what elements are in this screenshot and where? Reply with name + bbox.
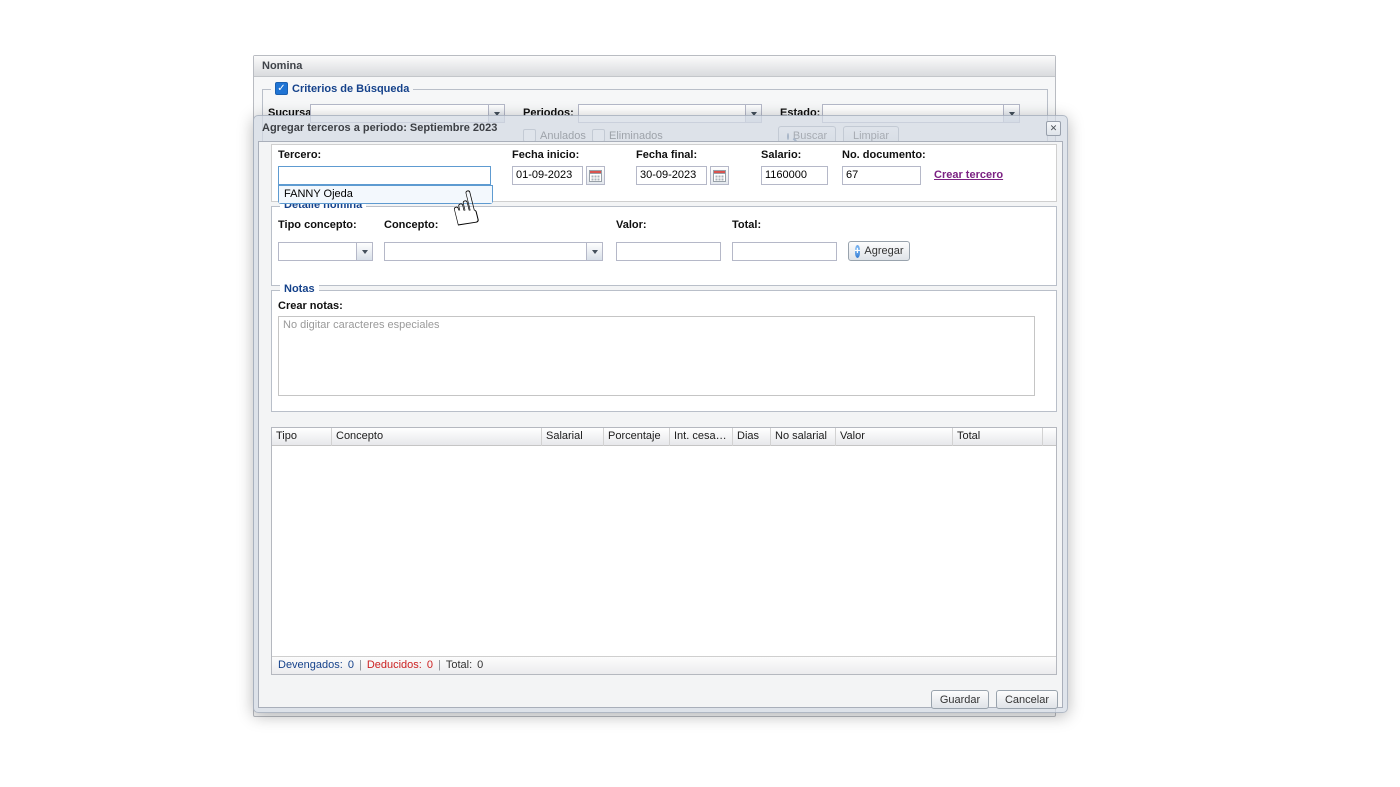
cancelar-button[interactable]: Cancelar: [996, 690, 1058, 709]
notas-fieldset: Notas Crear notas:: [271, 283, 1057, 412]
salario-label: Salario:: [761, 149, 802, 161]
devengados-value: 0: [347, 659, 354, 671]
tercero-form-panel: Tercero: FANNY Ojed FANNY Ojeda Fecha in…: [271, 144, 1057, 204]
total-status-label: Total:: [445, 659, 473, 671]
fecha-inicio-calendar-icon[interactable]: [586, 166, 605, 185]
status-separator: |: [358, 659, 362, 671]
criterios-legend: ✓ Criterios de Búsqueda: [271, 82, 414, 95]
column-concepto[interactable]: Concepto: [332, 428, 542, 446]
column-no-salarial[interactable]: No salarial: [771, 428, 836, 446]
conceptos-grid: Tipo Concepto Salarial Porcentaje Int. c…: [271, 427, 1057, 675]
deducidos-value: 0: [426, 659, 433, 671]
devengados-label: Devengados:: [278, 659, 343, 671]
criterios-legend-text: Criterios de Búsqueda: [292, 82, 410, 95]
grid-header: Tipo Concepto Salarial Porcentaje Int. c…: [272, 428, 1056, 446]
tipo-concepto-label: Tipo concepto:: [278, 219, 357, 231]
crear-notas-label: Crear notas:: [278, 300, 343, 312]
concepto-label: Concepto:: [384, 219, 439, 231]
fecha-inicio-input[interactable]: 01-09-2023: [512, 166, 583, 185]
notas-legend: Notas: [280, 283, 319, 295]
dialog-title: Agregar terceros a periodo: Septiembre 2…: [262, 122, 498, 134]
total-status-value: 0: [477, 659, 484, 671]
salario-input[interactable]: 1160000: [761, 166, 828, 185]
agregar-terceros-dialog: Agregar terceros a periodo: Septiembre 2…: [253, 115, 1068, 713]
tercero-label: Tercero:: [278, 149, 322, 161]
column-salarial[interactable]: Salarial: [542, 428, 604, 446]
grid-status-bar: Devengados: 0 | Deducidos: 0 | Total: 0: [272, 656, 1056, 674]
column-total[interactable]: Total: [953, 428, 1043, 446]
tipo-concepto-combo[interactable]: [278, 242, 373, 261]
status-separator: |: [437, 659, 441, 671]
fecha-final-calendar-icon[interactable]: [710, 166, 729, 185]
chevron-down-icon[interactable]: [356, 242, 373, 261]
column-valor[interactable]: Valor: [836, 428, 953, 446]
valor-label: Valor:: [616, 219, 647, 231]
column-tipo[interactable]: Tipo: [272, 428, 332, 446]
valor-input[interactable]: [616, 242, 721, 261]
deducidos-label: Deducidos:: [366, 659, 422, 671]
no-documento-label: No. documento:: [842, 149, 926, 161]
column-porcentaje[interactable]: Porcentaje: [604, 428, 670, 446]
concepto-combo[interactable]: [384, 242, 603, 261]
close-icon[interactable]: ✕: [1046, 121, 1061, 136]
total-input[interactable]: [732, 242, 837, 261]
grid-empty-body: [272, 446, 1056, 656]
dialog-titlebar[interactable]: Agregar terceros a periodo: Septiembre 2…: [258, 120, 1063, 139]
column-dias[interactable]: Dias: [733, 428, 771, 446]
fecha-final-label: Fecha final:: [636, 149, 698, 161]
no-documento-input[interactable]: 67: [842, 166, 921, 185]
guardar-button[interactable]: Guardar: [931, 690, 989, 709]
chevron-down-icon[interactable]: [586, 242, 603, 261]
add-icon: +: [854, 244, 861, 258]
fecha-final-input[interactable]: 30-09-2023: [636, 166, 707, 185]
desktop: Nomina ✓ Criterios de Búsqueda Sucursal:…: [0, 0, 1400, 787]
agregar-button[interactable]: + Agregar: [848, 241, 910, 261]
total-label: Total:: [732, 219, 762, 231]
dialog-body: Tercero: FANNY Ojed FANNY Ojeda Fecha in…: [258, 141, 1063, 709]
crear-tercero-link[interactable]: Crear tercero: [934, 169, 1003, 181]
column-int-cesantias[interactable]: Int. cesanti...: [670, 428, 733, 446]
column-spacer: [1043, 428, 1056, 446]
detalle-nomina-fieldset: Detalle nomina Tipo concepto: Concepto: …: [271, 199, 1057, 286]
check-icon: ✓: [277, 83, 286, 94]
fecha-inicio-label: Fecha inicio:: [512, 149, 580, 161]
notas-textarea[interactable]: [278, 316, 1035, 396]
criterios-checkbox[interactable]: ✓: [275, 82, 288, 95]
nomina-window-titlebar[interactable]: Nomina: [254, 56, 1055, 77]
window-title: Nomina: [262, 60, 303, 72]
